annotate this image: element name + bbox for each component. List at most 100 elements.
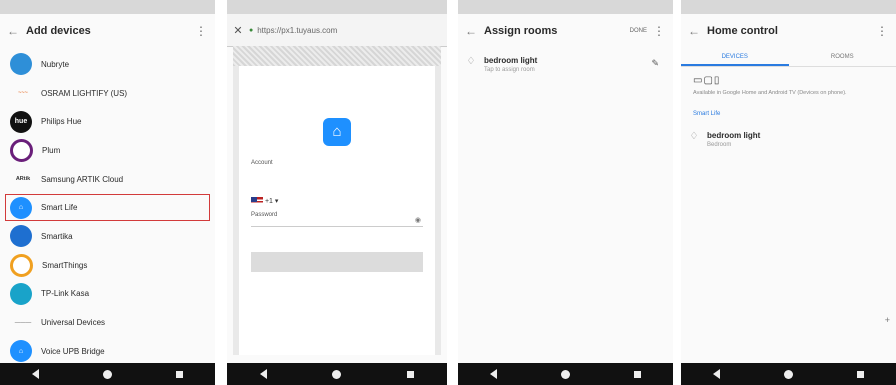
device-label: Philips Hue xyxy=(41,117,82,127)
device-list-item[interactable]: ~~~ OSRAM LIGHTIFY (US) xyxy=(0,79,215,108)
device-name: bedroom light xyxy=(707,131,761,140)
nav-back-icon[interactable] xyxy=(259,369,267,379)
android-nav-bar xyxy=(0,363,215,385)
nav-home-icon[interactable] xyxy=(784,369,793,379)
close-icon[interactable]: ✕ xyxy=(227,24,249,37)
device-label: Smartika xyxy=(41,231,73,241)
artik-icon: ARtik xyxy=(15,176,31,183)
device-list-item[interactable]: Nubryte xyxy=(0,50,215,79)
device-label: Samsung ARTIK Cloud xyxy=(41,174,124,184)
done-button[interactable]: DONE xyxy=(630,28,647,34)
device-list: Nubryte ~~~ OSRAM LIGHTIFY (US) hue Philips … xyxy=(0,50,215,366)
app-bar: ← Add devices ⋮ xyxy=(0,14,215,48)
more-options-icon[interactable]: ⋮ xyxy=(195,24,207,38)
password-field[interactable] xyxy=(251,226,423,227)
device-room: Bedroom xyxy=(707,142,732,148)
device-list-item[interactable]: ——— Universal Devices xyxy=(0,308,215,337)
tplink-kasa-icon xyxy=(10,282,32,305)
tab-bar: DEVICES ROOMS xyxy=(681,48,896,67)
nav-home-icon[interactable] xyxy=(103,369,112,379)
tab-devices[interactable]: DEVICES xyxy=(681,48,789,66)
nav-home-icon[interactable] xyxy=(561,369,570,379)
device-list-item[interactable]: Plum xyxy=(0,136,215,165)
smart-life-logo-icon: ⌂ xyxy=(323,118,351,146)
country-code: +1 xyxy=(264,198,273,205)
app-bar: ← Home control ⋮ xyxy=(681,14,896,48)
smart-life-link[interactable]: Smart Life xyxy=(693,111,884,117)
assign-rooms-screen: ← Assign rooms DONE ⋮ ♢ bedroom light Ta… xyxy=(458,0,673,385)
light-bulb-icon: ♢ xyxy=(689,131,699,142)
add-devices-screen: ← Add devices ⋮ Nubryte ~~~ OSRAM LIGHTIFY… xyxy=(0,0,215,385)
more-options-icon[interactable]: ⋮ xyxy=(876,24,888,38)
nav-back-icon[interactable] xyxy=(32,369,39,379)
device-list-item[interactable]: TP-Link Kasa xyxy=(0,280,215,309)
plum-icon xyxy=(10,138,33,162)
login-card: ⌂ Account +1 ▾ Password ◉ xyxy=(239,66,435,355)
lock-icon: ● xyxy=(249,26,254,34)
device-row[interactable]: ♢ bedroom light Tap to assign room ✎ xyxy=(458,56,673,73)
home-control-screen: ← Home control ⋮ DEVICES ROOMS ▭▢▯ Avail… xyxy=(681,0,896,385)
back-arrow-icon[interactable]: ← xyxy=(0,24,26,38)
device-label: Universal Devices xyxy=(41,318,106,328)
web-header-strip xyxy=(233,46,441,66)
universal-devices-icon: ——— xyxy=(14,319,32,326)
nav-back-icon[interactable] xyxy=(713,369,720,379)
device-types-icon: ▭▢▯ xyxy=(693,75,721,86)
smartthings-icon xyxy=(10,253,33,277)
philips-hue-icon: hue xyxy=(10,110,32,133)
voice-upb-icon: ⌂ xyxy=(10,340,32,363)
home-control-description: Available in Google Home and Android TV … xyxy=(693,90,847,96)
device-name: bedroom light xyxy=(484,56,538,65)
android-nav-bar xyxy=(227,363,447,385)
device-list-item[interactable]: SmartThings xyxy=(0,251,215,280)
status-bar xyxy=(227,0,447,14)
nav-back-icon[interactable] xyxy=(490,369,497,379)
device-label: Voice UPB Bridge xyxy=(41,346,105,356)
app-bar: ← Assign rooms DONE ⋮ xyxy=(458,14,673,48)
show-password-icon[interactable]: ◉ xyxy=(415,216,421,224)
page-title: Add devices xyxy=(26,25,91,37)
light-bulb-icon: ♢ xyxy=(466,56,476,67)
smart-life-icon: ⌂ xyxy=(10,196,32,219)
edit-pencil-icon[interactable]: ✎ xyxy=(651,58,659,69)
device-subtitle: Tap to assign room xyxy=(484,67,535,73)
device-list-item[interactable]: ⌂ Voice UPB Bridge xyxy=(0,337,215,366)
nubryte-icon xyxy=(10,53,32,76)
login-button[interactable] xyxy=(251,252,423,272)
web-content: ⌂ Account +1 ▾ Password ◉ xyxy=(233,46,441,355)
smartika-icon xyxy=(10,225,32,248)
device-list-item[interactable]: hue Philips Hue xyxy=(0,107,215,136)
back-arrow-icon[interactable]: ← xyxy=(681,24,707,38)
url-text[interactable]: https://px1.tuyaus.com xyxy=(257,26,337,35)
more-options-icon[interactable]: ⋮ xyxy=(653,24,665,38)
page-title: Assign rooms xyxy=(484,25,558,37)
nav-recents-icon[interactable] xyxy=(857,370,864,378)
smart-life-login-screen: ✕ ● https://px1.tuyaus.com ⌂ Account +1 … xyxy=(227,0,447,385)
device-list-item[interactable]: ARtik Samsung ARTIK Cloud xyxy=(0,165,215,194)
device-label: OSRAM LIGHTIFY (US) xyxy=(41,88,128,98)
page-title: Home control xyxy=(707,25,778,37)
device-label: Smart Life xyxy=(41,203,78,213)
device-label: TP-Link Kasa xyxy=(41,289,90,299)
status-bar xyxy=(0,0,215,14)
nav-home-icon[interactable] xyxy=(332,369,342,379)
device-label: SmartThings xyxy=(42,260,88,270)
account-label: Account xyxy=(251,160,273,166)
country-selector[interactable]: +1 ▾ xyxy=(251,197,278,206)
status-bar xyxy=(681,0,896,14)
browser-url-bar: ✕ ● https://px1.tuyaus.com xyxy=(227,14,447,47)
android-nav-bar xyxy=(681,363,896,385)
password-label: Password xyxy=(251,212,278,218)
device-label: Plum xyxy=(42,145,61,155)
nav-recents-icon[interactable] xyxy=(407,370,415,378)
tab-rooms[interactable]: ROOMS xyxy=(789,48,896,66)
us-flag-icon xyxy=(251,197,263,206)
device-list-item[interactable]: ⌂ Smart Life xyxy=(4,193,211,222)
nav-recents-icon[interactable] xyxy=(634,370,641,378)
device-list-item[interactable]: Smartika xyxy=(0,222,215,251)
add-icon[interactable]: + xyxy=(885,315,890,325)
nav-recents-icon[interactable] xyxy=(176,370,183,378)
device-row[interactable]: ♢ bedroom light Bedroom xyxy=(681,131,896,148)
device-label: Nubryte xyxy=(41,59,70,69)
back-arrow-icon[interactable]: ← xyxy=(458,24,484,38)
